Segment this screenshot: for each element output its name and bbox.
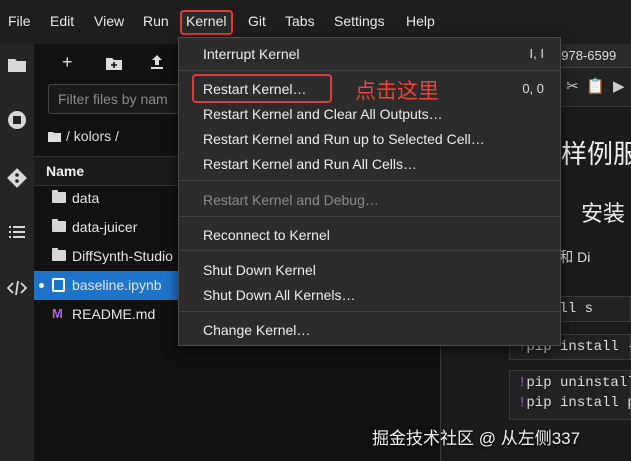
menu-item-restart-run-all[interactable]: Restart Kernel and Run All Cells… bbox=[179, 152, 560, 176]
file-name: data bbox=[72, 190, 100, 206]
shortcut: 0, 0 bbox=[522, 81, 544, 96]
markdown-icon: M bbox=[52, 306, 63, 321]
menu-divider bbox=[179, 180, 560, 181]
menu-item-interrupt-kernel[interactable]: Interrupt Kernel I, I bbox=[179, 42, 560, 66]
file-row-baseline[interactable]: baseline.ipynb bbox=[34, 271, 182, 300]
menu-item-reconnect-kernel[interactable]: Reconnect to Kernel bbox=[179, 223, 560, 247]
upload-icon[interactable] bbox=[150, 53, 164, 74]
menu-run[interactable]: Run bbox=[143, 13, 169, 29]
menu-view[interactable]: View bbox=[94, 13, 124, 29]
menu-kernel[interactable]: Kernel bbox=[186, 13, 226, 29]
cut-icon[interactable]: ✂ bbox=[566, 77, 579, 95]
activity-bar bbox=[0, 44, 35, 461]
menu-tabs[interactable]: Tabs bbox=[285, 13, 315, 29]
menu-git[interactable]: Git bbox=[248, 13, 266, 29]
folder-icon[interactable] bbox=[7, 56, 27, 76]
menu-divider bbox=[179, 250, 560, 251]
menu-item-restart-run-up-to-selected[interactable]: Restart Kernel and Run up to Selected Ce… bbox=[179, 127, 560, 151]
running-indicator-icon bbox=[39, 283, 44, 288]
menu-divider bbox=[179, 311, 560, 312]
folder-icon bbox=[52, 248, 66, 261]
code-line: pip uninstall bbox=[526, 375, 631, 391]
new-launcher-icon[interactable]: + bbox=[62, 52, 73, 73]
file-name: data-juicer bbox=[72, 219, 138, 235]
running-icon[interactable] bbox=[7, 110, 27, 130]
name-column-label: Name bbox=[46, 163, 85, 179]
menu-edit[interactable]: Edit bbox=[50, 13, 74, 29]
annotation-label: 点击这里 bbox=[355, 80, 439, 103]
menu-item-restart-clear-outputs[interactable]: Restart Kernel and Clear All Outputs… bbox=[179, 102, 560, 126]
breadcrumb: / kolors / bbox=[48, 128, 119, 145]
shortcut: I, I bbox=[529, 46, 544, 61]
code-cell[interactable]: !pip uninstall !pip install p bbox=[509, 370, 631, 420]
list-icon[interactable] bbox=[7, 222, 27, 242]
folder-icon bbox=[52, 219, 66, 232]
folder-icon bbox=[48, 129, 61, 145]
file-name: DiffSynth-Studio bbox=[72, 248, 173, 264]
code-line: pip install p bbox=[526, 395, 631, 411]
menu-item-change-kernel[interactable]: Change Kernel… bbox=[179, 318, 560, 342]
folder-icon bbox=[52, 190, 66, 203]
run-icon[interactable]: ▶ bbox=[613, 77, 625, 95]
menu-item-restart-debug: Restart Kernel and Debug… bbox=[203, 192, 379, 208]
menu-divider bbox=[179, 70, 560, 71]
menu-file[interactable]: File bbox=[8, 13, 31, 29]
file-name: README.md bbox=[72, 306, 156, 322]
clipboard-icon[interactable]: 📋 bbox=[586, 77, 605, 95]
notebook-icon bbox=[52, 278, 65, 292]
menu-divider bbox=[179, 216, 560, 217]
code-icon[interactable] bbox=[6, 278, 28, 298]
git-icon[interactable] bbox=[7, 168, 27, 188]
menu-item-shut-down-kernel[interactable]: Shut Down Kernel bbox=[179, 258, 560, 282]
restart-kernel-highlight bbox=[192, 74, 332, 103]
watermark: 掘金技术社区 @ 从左侧337 bbox=[372, 429, 581, 448]
menu-settings[interactable]: Settings bbox=[334, 13, 385, 29]
menu-item-shut-down-all-kernels[interactable]: Shut Down All Kernels… bbox=[179, 283, 560, 307]
menu-help[interactable]: Help bbox=[406, 13, 435, 29]
new-folder-icon[interactable] bbox=[106, 54, 122, 75]
notebook-heading-2: 安装 bbox=[581, 201, 626, 226]
notebook-heading-1: 样例服 bbox=[561, 139, 631, 169]
breadcrumb-path[interactable]: / kolors / bbox=[66, 128, 119, 144]
file-name: baseline.ipynb bbox=[72, 277, 162, 293]
